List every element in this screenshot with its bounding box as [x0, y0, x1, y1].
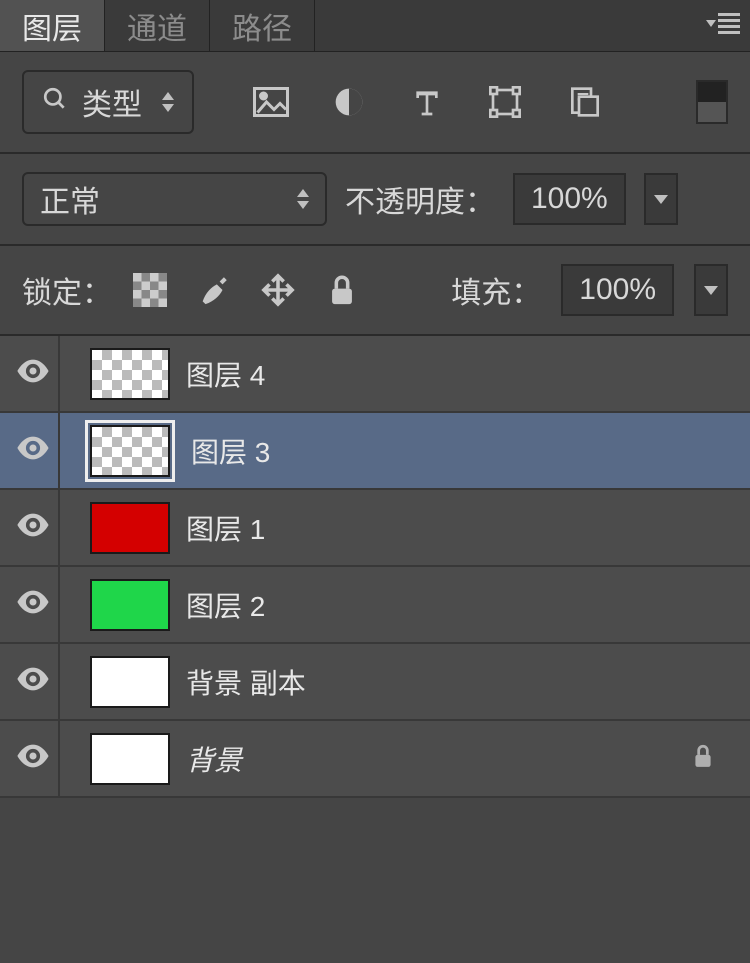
tab-paths[interactable]: 路径 — [210, 0, 315, 51]
layer-row[interactable]: 图层 4 — [0, 336, 750, 413]
lock-row: 锁定： 填充： 100% — [0, 246, 750, 336]
eye-icon — [16, 744, 50, 773]
filter-pixel-icon[interactable] — [252, 86, 290, 118]
lock-all-icon[interactable] — [324, 272, 360, 308]
search-icon — [42, 86, 68, 119]
visibility-toggle[interactable] — [8, 721, 60, 796]
blend-mode-value: 正常 — [40, 177, 100, 221]
filter-type-icons — [252, 86, 602, 118]
blend-row: 正常 不透明度： 100% — [0, 154, 750, 246]
updown-icon — [162, 92, 174, 112]
layer-name[interactable]: 图层 2 — [186, 585, 736, 625]
filter-type-icon[interactable] — [408, 86, 446, 118]
layers-list: 图层 4 图层 3 图层 1 图层 2 背景 副本背景 — [0, 336, 750, 798]
eye-icon — [16, 667, 50, 696]
fill-label: 填充： — [451, 268, 541, 312]
tab-layers[interactable]: 图层 — [0, 0, 105, 51]
fill-dropdown-button[interactable] — [694, 264, 728, 316]
layer-thumbnail[interactable] — [90, 733, 170, 785]
visibility-toggle[interactable] — [8, 336, 60, 411]
layer-name[interactable]: 图层 3 — [191, 431, 736, 471]
visibility-toggle[interactable] — [8, 644, 60, 719]
updown-icon — [297, 189, 309, 209]
tab-channels[interactable]: 通道 — [105, 0, 210, 51]
filter-kind-label: 类型 — [82, 80, 142, 124]
visibility-toggle[interactable] — [8, 413, 60, 488]
filter-shape-icon[interactable] — [486, 86, 524, 118]
layer-row[interactable]: 背景 副本 — [0, 644, 750, 721]
filter-adjustment-icon[interactable] — [330, 86, 368, 118]
panel-tabs: 图层 通道 路径 — [0, 0, 750, 52]
chevron-down-icon — [706, 20, 716, 27]
fill-value[interactable]: 100% — [561, 264, 674, 316]
panel-menu-button[interactable] — [706, 10, 740, 37]
layer-name[interactable]: 图层 4 — [186, 354, 736, 394]
filter-row: 类型 — [0, 52, 750, 154]
opacity-dropdown-button[interactable] — [644, 173, 678, 225]
layer-row[interactable]: 图层 1 — [0, 490, 750, 567]
menu-icon — [718, 10, 740, 37]
opacity-value[interactable]: 100% — [513, 173, 626, 225]
color-mode-toggle[interactable] — [696, 80, 728, 124]
visibility-toggle[interactable] — [8, 567, 60, 642]
filter-smart-icon[interactable] — [564, 86, 602, 118]
layer-thumbnail[interactable] — [85, 420, 175, 482]
layer-row[interactable]: 图层 3 — [0, 413, 750, 490]
eye-icon — [16, 359, 50, 388]
layer-thumbnail[interactable] — [90, 502, 170, 554]
lock-position-icon[interactable] — [260, 272, 296, 308]
layer-name[interactable]: 背景 — [186, 739, 674, 779]
layer-row[interactable]: 背景 — [0, 721, 750, 798]
layer-name[interactable]: 背景 副本 — [186, 662, 736, 702]
eye-icon — [16, 436, 50, 465]
eye-icon — [16, 590, 50, 619]
layer-thumbnail[interactable] — [90, 579, 170, 631]
layer-thumbnail[interactable] — [90, 348, 170, 400]
layer-name[interactable]: 图层 1 — [186, 508, 736, 548]
filter-kind-select[interactable]: 类型 — [22, 70, 194, 134]
lock-image-icon[interactable] — [196, 272, 232, 308]
blend-mode-select[interactable]: 正常 — [22, 172, 327, 226]
lock-icons — [132, 272, 360, 308]
layer-thumbnail[interactable] — [90, 656, 170, 708]
visibility-toggle[interactable] — [8, 490, 60, 565]
layer-row[interactable]: 图层 2 — [0, 567, 750, 644]
lock-label: 锁定： — [22, 268, 112, 312]
opacity-label: 不透明度： — [345, 177, 495, 221]
lock-icon — [690, 741, 716, 776]
lock-transparency-icon[interactable] — [132, 272, 168, 308]
eye-icon — [16, 513, 50, 542]
